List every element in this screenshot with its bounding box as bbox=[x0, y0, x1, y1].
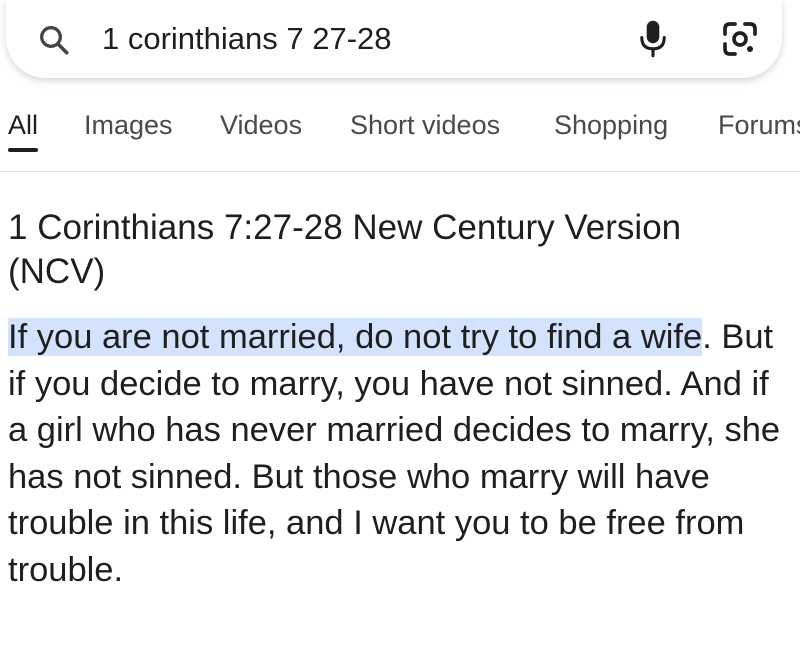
search-bar[interactable]: 1 corinthians 7 27-28 bbox=[6, 0, 782, 78]
highlighted-text: If you are not married, do not try to fi… bbox=[8, 318, 703, 356]
search-tabs: All Images Videos Short videos Shopping … bbox=[0, 96, 800, 172]
tab-shopping[interactable]: Shopping bbox=[554, 108, 668, 142]
result-snippet: If you are not married, do not try to fi… bbox=[8, 314, 793, 593]
tab-all[interactable]: All bbox=[8, 108, 38, 142]
tab-short-videos[interactable]: Short videos bbox=[350, 108, 500, 142]
tab-images[interactable]: Images bbox=[84, 108, 173, 142]
microphone-icon[interactable] bbox=[636, 18, 670, 60]
result-title: 1 Corinthians 7:27-28 New Century Versio… bbox=[8, 208, 682, 291]
google-lens-icon[interactable] bbox=[720, 19, 760, 59]
search-icon bbox=[40, 26, 69, 55]
active-tab-indicator bbox=[8, 148, 38, 152]
tab-forums[interactable]: Forums bbox=[718, 108, 800, 142]
search-results-page: 1 corinthians 7 27-28 All Images Videos … bbox=[0, 0, 800, 652]
snippet-text: . But if you decide to marry, you have n… bbox=[8, 318, 781, 589]
tab-videos[interactable]: Videos bbox=[220, 108, 302, 142]
search-input[interactable]: 1 corinthians 7 27-28 bbox=[102, 20, 392, 58]
